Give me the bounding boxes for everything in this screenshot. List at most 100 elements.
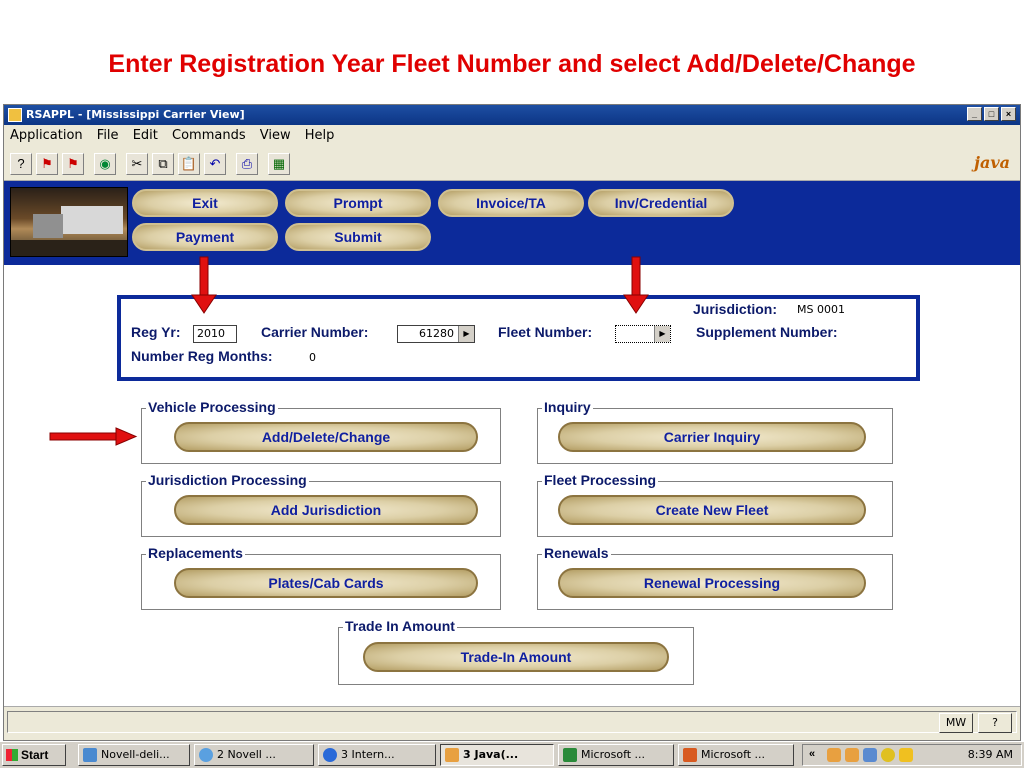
menu-edit[interactable]: Edit xyxy=(127,125,162,143)
task-label: 2 Novell ... xyxy=(217,748,276,761)
powerpoint-icon xyxy=(683,748,697,762)
menu-bar: Application File Edit Commands View Help xyxy=(4,125,1020,147)
flag-red-icon[interactable]: ⚑ xyxy=(36,153,58,175)
calculator-icon[interactable]: ▦ xyxy=(268,153,290,175)
status-line xyxy=(7,711,1017,733)
toolbar: ? ⚑ ⚑ ◉ ✂ ⧉ 📋 ↶ ⎙ ▦ java xyxy=(4,147,1020,181)
renewals-group: Renewals Renewal Processing xyxy=(537,545,893,610)
task-label: 3 Intern... xyxy=(341,748,395,761)
taskbar: Start Novell-deli... 2 Novell ... 3 Inte… xyxy=(0,741,1024,768)
excel-icon xyxy=(563,748,577,762)
group-title: Jurisdiction Processing xyxy=(146,472,309,488)
task-internet-explorer[interactable]: 3 Intern... xyxy=(318,744,436,766)
paste-icon[interactable]: 📋 xyxy=(178,153,200,175)
group-title: Trade In Amount xyxy=(343,618,457,634)
trade-in-amount-button[interactable]: Trade-In Amount xyxy=(363,642,669,672)
task-novell-delivery[interactable]: Novell-deli... xyxy=(78,744,190,766)
supplement-number-label: Supplement Number: xyxy=(696,324,838,340)
truck-image xyxy=(10,187,128,257)
flag-exclaim-icon[interactable]: ⚑ xyxy=(62,153,84,175)
red-arrows-overlay xyxy=(191,256,649,314)
add-delete-change-button[interactable]: Add/Delete/Change xyxy=(174,422,478,452)
fleet-number-label: Fleet Number: xyxy=(498,324,593,340)
start-button[interactable]: Start xyxy=(2,744,66,766)
menu-application[interactable]: Application xyxy=(4,125,87,143)
group-title: Replacements xyxy=(146,545,245,561)
menu-commands[interactable]: Commands xyxy=(166,125,250,143)
carrier-number-field[interactable]: 61280 ▶ xyxy=(397,325,475,343)
chevron-left-icon[interactable]: « xyxy=(809,748,815,760)
invoice-ta-button[interactable]: Invoice/TA xyxy=(438,189,584,217)
prompt-button[interactable]: Prompt xyxy=(285,189,431,217)
java-tray-icon[interactable] xyxy=(845,748,859,762)
task-microsoft-powerpoint[interactable]: Microsoft ... xyxy=(678,744,794,766)
status-bar: MW ? xyxy=(4,706,1020,740)
java-logo: java xyxy=(974,153,1010,172)
dropdown-arrow-icon[interactable]: ▶ xyxy=(458,326,474,342)
eye-icon[interactable]: ◉ xyxy=(94,153,116,175)
fleet-number-field[interactable]: ▶ xyxy=(615,325,671,343)
security-icon[interactable] xyxy=(899,748,913,762)
java-task-icon xyxy=(445,748,459,762)
reg-yr-label: Reg Yr: xyxy=(131,324,181,340)
task-label: Novell-deli... xyxy=(101,748,170,761)
inquiry-group: Inquiry Carrier Inquiry xyxy=(537,399,893,464)
user-indicator: MW xyxy=(939,713,973,733)
create-new-fleet-button[interactable]: Create New Fleet xyxy=(558,495,866,525)
java-tray-icon[interactable] xyxy=(827,748,841,762)
jurisdiction-processing-group: Jurisdiction Processing Add Jurisdiction xyxy=(141,472,501,537)
close-button[interactable]: × xyxy=(1001,107,1016,121)
status-help-button[interactable]: ? xyxy=(978,713,1012,733)
windows-flag-icon xyxy=(6,749,18,761)
carrier-number-label: Carrier Number: xyxy=(261,324,369,340)
fleet-processing-group: Fleet Processing Create New Fleet xyxy=(537,472,893,537)
task-label: Microsoft ... xyxy=(701,748,766,761)
vehicle-processing-group: Vehicle Processing Add/Delete/Change xyxy=(141,399,501,464)
exit-button[interactable]: Exit xyxy=(132,189,278,217)
novell-icon xyxy=(83,748,97,762)
slide-title: Enter Registration Year Fleet Number and… xyxy=(108,50,916,78)
task-novell-group[interactable]: 2 Novell ... xyxy=(194,744,314,766)
globe-icon xyxy=(199,748,213,762)
maximize-button[interactable]: □ xyxy=(984,107,999,121)
clock: 8:39 AM xyxy=(967,748,1013,761)
add-jurisdiction-button[interactable]: Add Jurisdiction xyxy=(174,495,478,525)
app-window: RSAPPL - [Mississippi Carrier View] _ □ … xyxy=(3,104,1021,741)
task-label: Microsoft ... xyxy=(581,748,646,761)
minimize-button[interactable]: _ xyxy=(967,107,982,121)
carrier-number-value: 61280 xyxy=(419,327,454,340)
window-title: RSAPPL - [Mississippi Carrier View] xyxy=(26,108,245,121)
title-bar[interactable]: RSAPPL - [Mississippi Carrier View] _ □ … xyxy=(4,105,1020,125)
shield-icon[interactable] xyxy=(881,748,895,762)
carrier-inquiry-button[interactable]: Carrier Inquiry xyxy=(558,422,866,452)
action-band: Exit Prompt Invoice/TA Inv/Credential Pa… xyxy=(4,181,1020,265)
task-label: 3 Java(... xyxy=(463,748,519,761)
inv-credential-button[interactable]: Inv/Credential xyxy=(588,189,734,217)
arrow-down-icon xyxy=(191,256,217,314)
undo-icon[interactable]: ↶ xyxy=(204,153,226,175)
trade-in-amount-group: Trade In Amount Trade-In Amount xyxy=(338,618,694,685)
renewal-processing-button[interactable]: Renewal Processing xyxy=(558,568,866,598)
arrow-down-icon xyxy=(623,256,649,314)
group-title: Vehicle Processing xyxy=(146,399,278,415)
scissors-icon[interactable]: ✂ xyxy=(126,153,148,175)
payment-button[interactable]: Payment xyxy=(132,223,278,251)
submit-button[interactable]: Submit xyxy=(285,223,431,251)
start-label: Start xyxy=(21,748,49,762)
group-title: Renewals xyxy=(542,545,611,561)
task-microsoft-excel[interactable]: Microsoft ... xyxy=(558,744,674,766)
menu-view[interactable]: View xyxy=(254,125,295,143)
copy-icon[interactable]: ⧉ xyxy=(152,153,174,175)
print-icon[interactable]: ⎙ xyxy=(236,153,258,175)
reg-yr-field[interactable]: 2010 xyxy=(193,325,237,343)
network-icon[interactable] xyxy=(863,748,877,762)
menu-file[interactable]: File xyxy=(91,125,123,143)
menu-help[interactable]: Help xyxy=(299,125,339,143)
help-icon[interactable]: ? xyxy=(10,153,32,175)
group-title: Fleet Processing xyxy=(542,472,659,488)
ie-icon xyxy=(323,748,337,762)
dropdown-arrow-icon[interactable]: ▶ xyxy=(654,326,670,342)
task-java[interactable]: 3 Java(... xyxy=(440,744,554,766)
replacements-group: Replacements Plates/Cab Cards xyxy=(141,545,501,610)
plates-cab-cards-button[interactable]: Plates/Cab Cards xyxy=(174,568,478,598)
